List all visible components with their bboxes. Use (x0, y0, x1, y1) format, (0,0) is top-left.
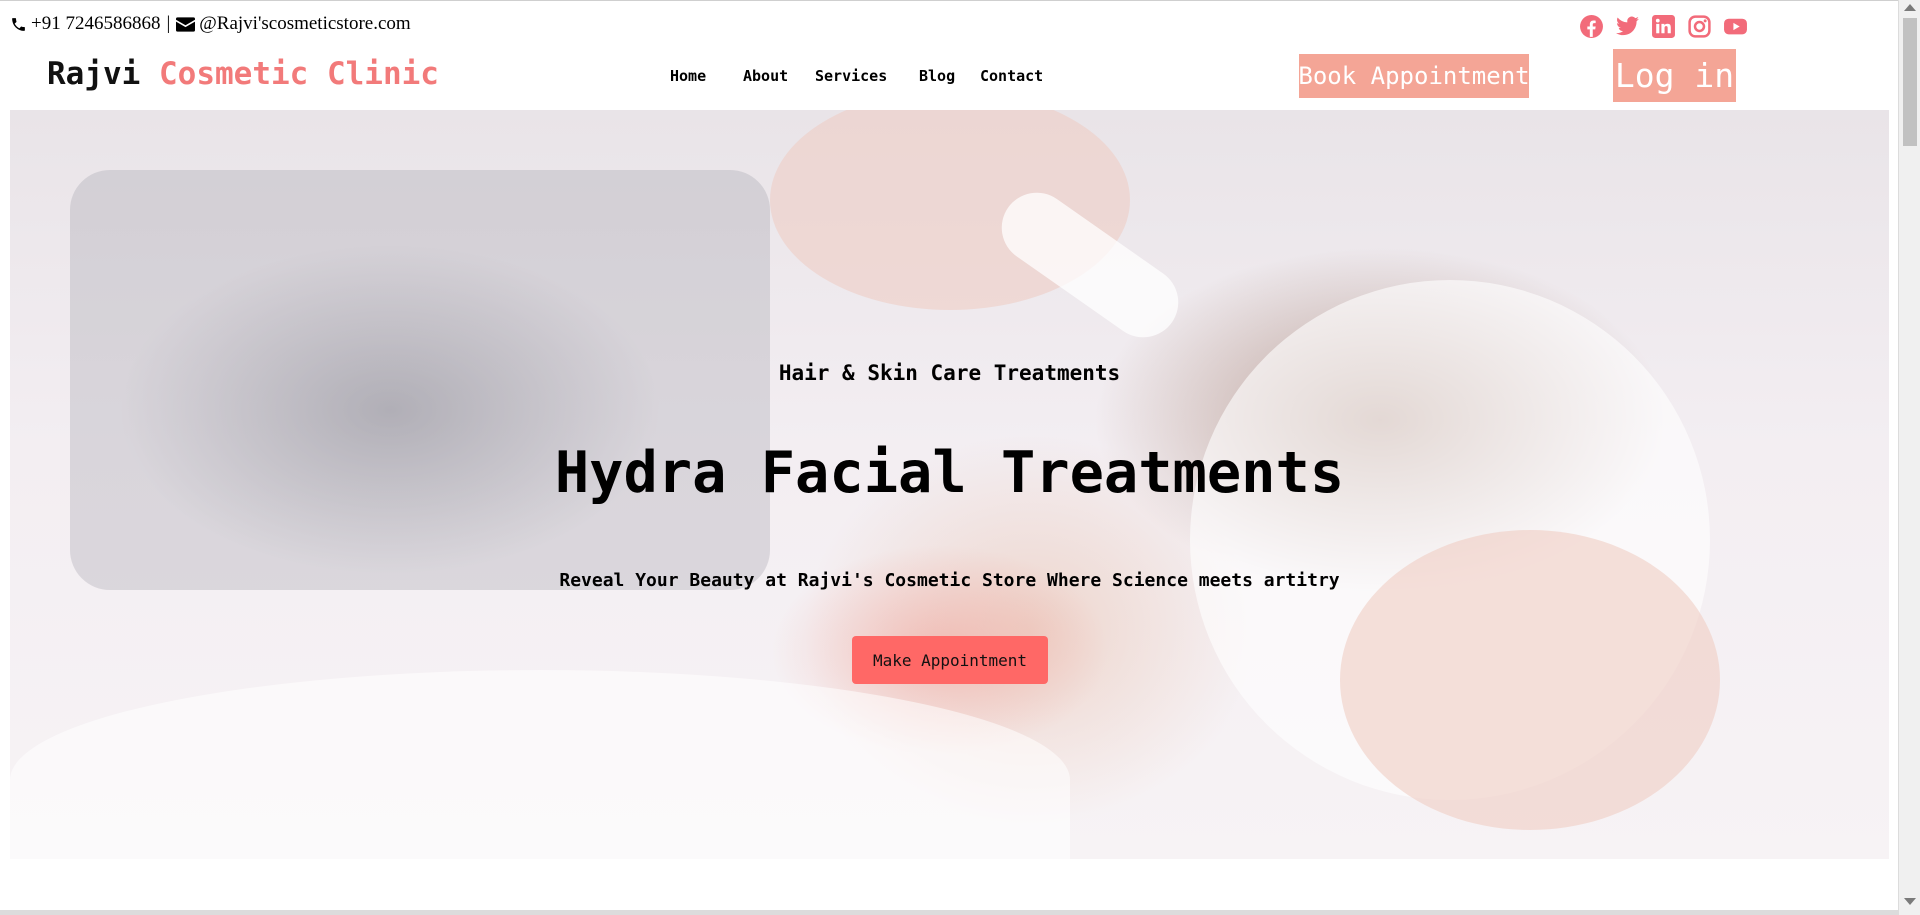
horizontal-scrollbar[interactable] (0, 910, 1898, 915)
hero-image-robe (10, 670, 1070, 859)
hero-banner: Hair & Skin Care Treatments Hydra Facial… (10, 110, 1889, 859)
make-appointment-button[interactable]: Make Appointment (852, 636, 1048, 684)
hero-subtitle: Hair & Skin Care Treatments (778, 361, 1121, 385)
social-links (1579, 14, 1748, 39)
brand-accent: Cosmetic Clinic (159, 56, 439, 92)
hero-title: Hydra Facial Treatments (554, 440, 1345, 506)
scroll-up-icon[interactable] (1904, 4, 1916, 11)
phone-icon (10, 16, 27, 33)
book-appointment-button[interactable]: Book Appointment (1298, 54, 1530, 98)
phone-number[interactable]: +91 7246586868 (31, 13, 160, 35)
login-button[interactable]: Log in (1613, 49, 1736, 102)
scroll-down-icon[interactable] (1904, 898, 1916, 905)
top-bar: +91 7246586868 | @Rajvi'scosmeticstore.c… (0, 0, 1898, 47)
scroll-thumb[interactable] (1903, 18, 1917, 146)
linkedin-icon[interactable] (1651, 14, 1676, 39)
twitter-icon[interactable] (1615, 14, 1640, 39)
hero-tagline: Reveal Your Beauty at Rajvi's Cosmetic S… (559, 570, 1340, 591)
youtube-icon[interactable] (1723, 14, 1748, 39)
nav-item-contact[interactable]: Contact (980, 67, 1043, 85)
vertical-scrollbar[interactable] (1898, 0, 1920, 915)
nav-item-home[interactable]: Home (670, 67, 743, 85)
primary-nav: Home About Services Blog Contact (670, 67, 1043, 85)
nav-item-blog[interactable]: Blog (919, 67, 980, 85)
nav-item-services[interactable]: Services (815, 67, 919, 85)
brand-name: Rajvi (47, 56, 141, 92)
envelope-icon (176, 16, 196, 32)
email-address[interactable]: @Rajvi'scosmeticstore.com (199, 13, 410, 35)
brand-logo[interactable]: Rajvi Cosmetic Clinic (47, 56, 439, 92)
contact-separator: | (166, 13, 171, 34)
nav-item-about[interactable]: About (743, 67, 815, 85)
instagram-icon[interactable] (1687, 14, 1712, 39)
contact-info: +91 7246586868 | @Rajvi'scosmeticstore.c… (10, 13, 411, 35)
facebook-icon[interactable] (1579, 14, 1604, 39)
